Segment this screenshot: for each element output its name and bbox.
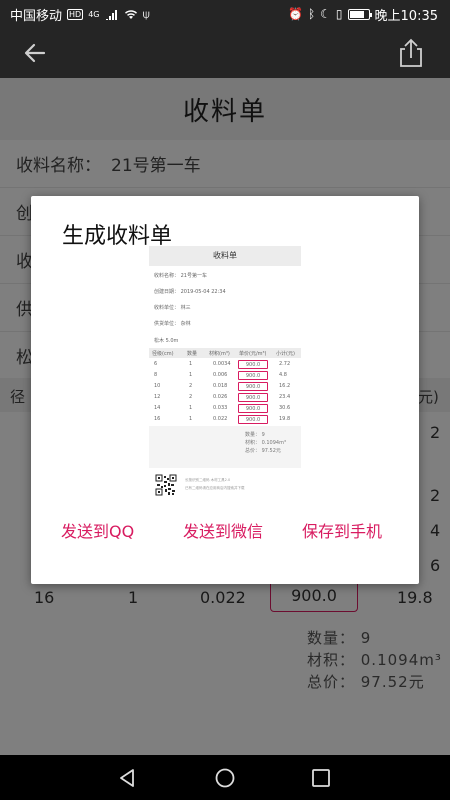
preview-name-line: 收料名称： 21号第一车 — [154, 273, 207, 279]
preview-table-cell: 14 — [154, 405, 161, 411]
preview-table-cell: 2 — [189, 383, 193, 389]
preview-footer-line: 长按识别二维码 木材工具2.0 — [185, 478, 231, 482]
preview-table-cell: 16.2 — [279, 383, 291, 389]
preview-table-cell: 0.0034 — [213, 361, 231, 367]
preview-table-cell: 0.022 — [213, 416, 228, 422]
preview-table-cell: 4.8 — [279, 372, 287, 378]
wifi-icon — [124, 9, 137, 19]
preview-table-cell: 1 — [189, 361, 193, 367]
preview-table-cell: 0.033 — [213, 405, 228, 411]
nav-back-icon[interactable] — [116, 767, 138, 789]
vibrate-icon: ▯ — [335, 7, 343, 21]
send-to-wechat-button[interactable]: 发送到微信 — [183, 518, 263, 542]
preview-table-cell: 0.026 — [213, 394, 228, 400]
signal-icon — [105, 9, 117, 20]
preview-receiver-line: 收料单位： 林三 — [154, 305, 191, 311]
bluetooth-icon: ᛒ — [307, 7, 316, 21]
preview-title: 收料单 — [149, 246, 301, 266]
nav-recents-icon[interactable] — [311, 768, 331, 788]
alarm-icon: ⏰ — [288, 7, 303, 21]
send-to-qq-button[interactable]: 发送到QQ — [61, 518, 134, 542]
qr-code-icon — [155, 474, 177, 496]
moon-icon: ☾ — [320, 7, 331, 21]
app-toolbar — [0, 28, 450, 78]
preview-header-cell: 小计(元) — [276, 351, 295, 357]
arrow-back-icon[interactable] — [18, 36, 52, 70]
preview-footer-line: 已有二维码请在应用商店内搜索并下载 — [185, 486, 245, 490]
preview-table-cell: 2.72 — [279, 361, 291, 367]
preview-price-cell: 900.0 — [238, 360, 268, 369]
generate-receipt-dialog: 生成收料单 收料单 收料名称： 21号第一车 创建日期： 2019-05-04 … — [31, 196, 419, 584]
preview-table-header: 径级(cm) 数量 材积(m³) 单价(元/m³) 小计(元) — [149, 348, 301, 358]
preview-date-line: 创建日期： 2019-05-04 22:34 — [154, 289, 226, 295]
preview-table-cell: 0.018 — [213, 383, 228, 389]
preview-length-line: 松木 5.0m — [154, 338, 179, 344]
preview-table-cell: 19.8 — [279, 416, 291, 422]
preview-table-cell: 2 — [189, 394, 193, 400]
preview-table-cell: 30.6 — [279, 405, 291, 411]
status-bar: 中国移动 HD 4G ⍦ ⏰ ᛒ ☾ ▯ 晚上10:35 — [0, 0, 450, 28]
preview-price-cell: 900.0 — [238, 393, 268, 402]
preview-header-cell: 单价(元/m³) — [239, 351, 267, 357]
network-type: 4G — [88, 9, 100, 19]
battery-icon — [347, 8, 372, 20]
clock: 晚上10:35 — [374, 8, 438, 24]
preview-header-cell: 材积(m³) — [209, 351, 230, 357]
preview-table-cell: 10 — [154, 383, 161, 389]
preview-table-cell: 1 — [189, 416, 193, 422]
preview-sum-total: 总价： 97.52元 — [245, 448, 281, 454]
preview-table-cell: 16 — [154, 416, 161, 422]
preview-header-cell: 数量 — [187, 351, 198, 357]
hd-badge: HD — [67, 8, 84, 20]
preview-sum-qty: 数量： 9 — [245, 432, 265, 438]
carrier-name: 中国移动 — [10, 8, 63, 24]
usb-icon: ⍦ — [142, 6, 150, 21]
preview-summary: 数量： 9 材积： 0.1094m³ 总价： 97.52元 — [149, 426, 301, 468]
preview-price-cell: 900.0 — [238, 371, 268, 380]
preview-price-cell: 900.0 — [238, 382, 268, 391]
system-nav-bar — [0, 755, 450, 800]
share-icon[interactable] — [394, 36, 428, 70]
preview-table-cell: 0.006 — [213, 372, 228, 378]
preview-header-cell: 径级(cm) — [152, 351, 174, 357]
preview-table-cell: 12 — [154, 394, 161, 400]
preview-sum-volume: 材积： 0.1094m³ — [245, 440, 286, 446]
preview-table-cell: 1 — [189, 372, 193, 378]
save-to-phone-button[interactable]: 保存到手机 — [302, 518, 382, 542]
preview-table-cell: 8 — [154, 372, 158, 378]
nav-home-icon[interactable] — [214, 767, 236, 789]
receipt-preview-image: 收料单 收料名称： 21号第一车 创建日期： 2019-05-04 22:34 … — [149, 246, 301, 499]
preview-table-cell: 23.4 — [279, 394, 291, 400]
preview-price-cell: 900.0 — [238, 415, 268, 424]
preview-price-cell: 900.0 — [238, 404, 268, 413]
preview-table-cell: 1 — [189, 405, 193, 411]
preview-table-cell: 6 — [154, 361, 158, 367]
preview-supplier-line: 供货单位： 杂林 — [154, 321, 191, 327]
